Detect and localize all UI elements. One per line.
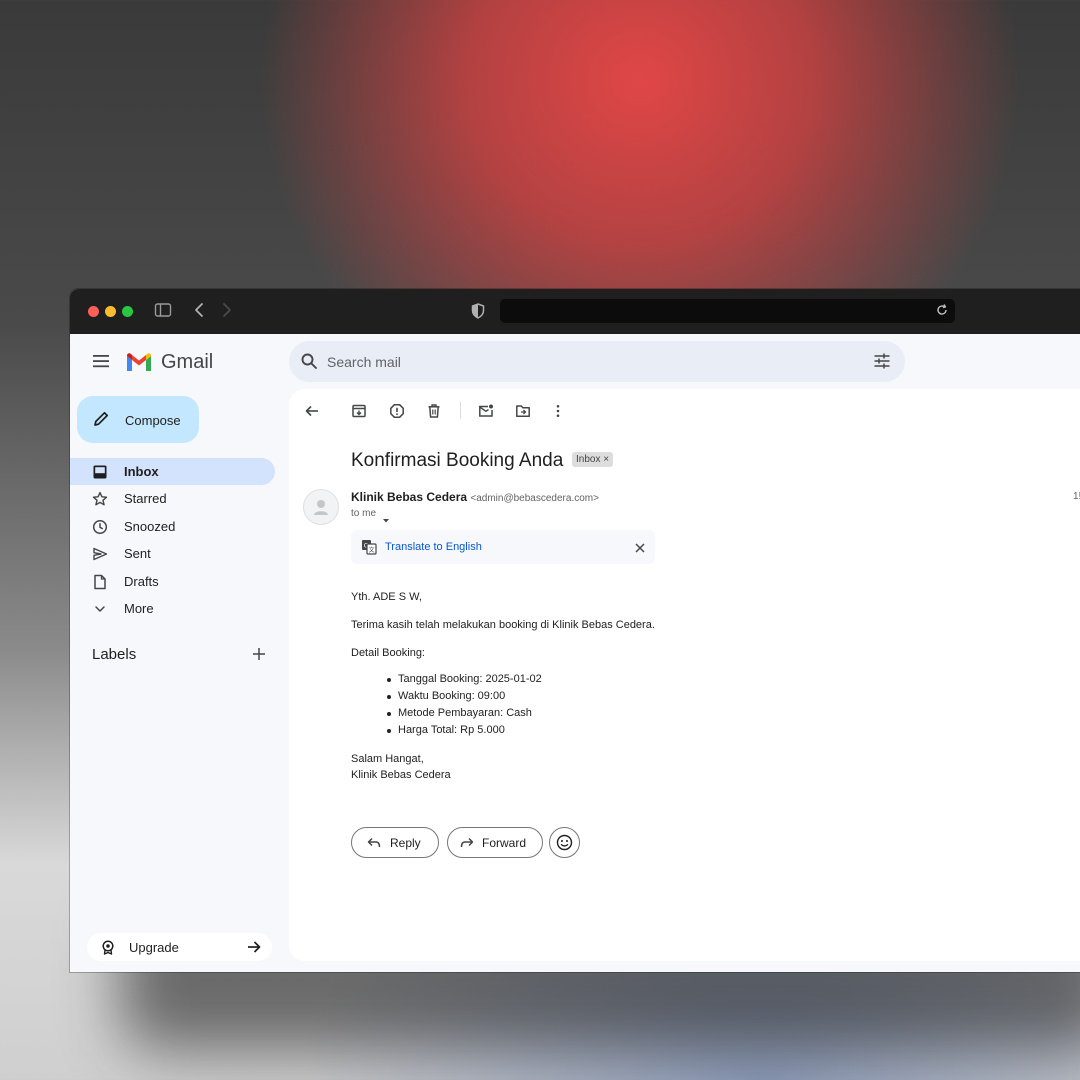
badge-icon bbox=[100, 939, 116, 960]
sidebar-item-starred[interactable]: Starred bbox=[70, 485, 275, 512]
send-icon bbox=[92, 546, 108, 567]
arrow-right-icon bbox=[246, 939, 262, 960]
recipient-summary: to me bbox=[351, 508, 377, 519]
sidebar-item-inbox[interactable]: Inbox bbox=[70, 458, 275, 485]
mark-unread-icon[interactable] bbox=[478, 403, 494, 424]
reload-icon[interactable] bbox=[935, 303, 949, 322]
list-item: Metode Pembayaran: Cash bbox=[385, 707, 542, 724]
archive-icon[interactable] bbox=[351, 403, 367, 424]
close-window-button[interactable] bbox=[88, 306, 99, 317]
booking-detail-text: Metode Pembayaran: Cash bbox=[398, 707, 532, 719]
sender-line: Klinik Bebas Cedera <admin@bebascedera.c… bbox=[351, 490, 599, 504]
sidebar-toggle-icon[interactable] bbox=[154, 301, 172, 324]
back-to-inbox-icon[interactable] bbox=[304, 403, 320, 424]
sidebar-item-label: More bbox=[124, 601, 154, 616]
svg-text:文: 文 bbox=[369, 546, 375, 554]
delete-icon[interactable] bbox=[426, 403, 442, 424]
emoji-reaction-button[interactable] bbox=[549, 827, 580, 858]
sidebar-item-label: Sent bbox=[124, 546, 151, 561]
list-item: Waktu Booking: 09:00 bbox=[385, 690, 542, 707]
main-menu-icon[interactable] bbox=[92, 353, 110, 374]
forward-button[interactable]: Forward bbox=[447, 827, 543, 858]
avatar[interactable] bbox=[303, 489, 339, 525]
bullet-dot bbox=[387, 695, 391, 699]
browser-titlebar bbox=[70, 289, 1080, 334]
gmail-logo-text[interactable]: Gmail bbox=[161, 351, 213, 374]
reply-label: Reply bbox=[390, 836, 421, 850]
upgrade-button[interactable]: Upgrade bbox=[87, 933, 272, 961]
booking-detail-text: Harga Total: Rp 5.000 bbox=[398, 724, 505, 736]
message-panel: Konfirmasi Booking Anda Inbox × Klinik B… bbox=[289, 389, 1080, 961]
minimize-window-button[interactable] bbox=[105, 306, 116, 317]
email-signature: Klinik Bebas Cedera bbox=[351, 769, 451, 781]
move-to-icon[interactable] bbox=[515, 403, 531, 424]
smiley-icon bbox=[556, 834, 573, 856]
sidebar-item-label: Snoozed bbox=[124, 519, 176, 534]
search-icon[interactable] bbox=[300, 352, 318, 375]
bullet-dot bbox=[387, 678, 391, 682]
reply-icon bbox=[367, 836, 381, 854]
back-icon[interactable] bbox=[192, 301, 206, 324]
translate-icon: G文 bbox=[361, 539, 377, 560]
email-subject: Konfirmasi Booking Anda bbox=[351, 450, 564, 471]
labels-heading: Labels bbox=[92, 646, 137, 663]
star-icon bbox=[92, 491, 108, 512]
draft-icon bbox=[92, 574, 108, 595]
booking-detail-text: Waktu Booking: 09:00 bbox=[398, 690, 506, 702]
toolbar-divider bbox=[460, 402, 461, 419]
sender-email: <admin@bebascedera.com> bbox=[470, 493, 599, 504]
sender-name[interactable]: Klinik Bebas Cedera bbox=[351, 490, 467, 504]
forward-arrow-icon bbox=[460, 836, 474, 854]
sidebar-item-more[interactable]: More bbox=[70, 595, 275, 622]
inbox-label-badge[interactable]: Inbox × bbox=[572, 452, 614, 467]
search-options-icon[interactable] bbox=[873, 352, 891, 375]
list-item: Harga Total: Rp 5.000 bbox=[385, 724, 542, 741]
gmail-logo-icon[interactable] bbox=[125, 352, 153, 378]
email-timestamp: 1! bbox=[1073, 491, 1080, 502]
email-intro: Terima kasih telah melakukan booking di … bbox=[351, 619, 655, 631]
bullet-dot bbox=[387, 729, 391, 733]
upgrade-label: Upgrade bbox=[129, 940, 179, 955]
booking-details-list: Tanggal Booking: 2025-01-02 Waktu Bookin… bbox=[385, 673, 542, 741]
maximize-window-button[interactable] bbox=[122, 306, 133, 317]
sidebar-item-snoozed[interactable]: Snoozed bbox=[70, 513, 275, 540]
sidebar-item-label: Starred bbox=[124, 491, 167, 506]
sidebar-item-drafts[interactable]: Drafts bbox=[70, 568, 275, 595]
email-closing: Salam Hangat, bbox=[351, 753, 424, 765]
translate-banner: G文 Translate to English bbox=[351, 530, 655, 564]
more-options-icon[interactable] bbox=[550, 403, 566, 424]
inbox-icon bbox=[92, 464, 108, 485]
forward-icon[interactable] bbox=[220, 301, 234, 324]
sidebar-item-sent[interactable]: Sent bbox=[70, 540, 275, 567]
bullet-dot bbox=[387, 712, 391, 716]
email-detail-title: Detail Booking: bbox=[351, 647, 425, 659]
report-spam-icon[interactable] bbox=[389, 403, 405, 424]
compose-label: Compose bbox=[125, 413, 181, 428]
close-icon[interactable] bbox=[634, 541, 646, 559]
forward-label: Forward bbox=[482, 836, 527, 850]
shield-icon[interactable] bbox=[471, 302, 485, 325]
search-input[interactable]: Search mail bbox=[327, 354, 401, 370]
sidebar-item-label: Drafts bbox=[124, 574, 159, 589]
search-bar[interactable]: Search mail bbox=[289, 341, 905, 382]
clock-icon bbox=[92, 519, 108, 540]
reply-button[interactable]: Reply bbox=[351, 827, 439, 858]
address-bar[interactable] bbox=[500, 299, 955, 323]
browser-window: Gmail Search mail Compose Inbox Starred … bbox=[70, 289, 1080, 972]
booking-detail-text: Tanggal Booking: 2025-01-02 bbox=[398, 673, 542, 685]
add-label-icon[interactable] bbox=[251, 646, 267, 667]
email-greeting: Yth. ADE S W, bbox=[351, 591, 422, 603]
list-item: Tanggal Booking: 2025-01-02 bbox=[385, 673, 542, 690]
translate-link[interactable]: Translate to English bbox=[385, 541, 482, 553]
caret-down-icon[interactable] bbox=[382, 511, 390, 529]
compose-button[interactable]: Compose bbox=[77, 396, 199, 443]
chevron-down-icon bbox=[92, 601, 108, 622]
sidebar-item-label: Inbox bbox=[124, 464, 159, 479]
pencil-icon bbox=[92, 410, 110, 433]
